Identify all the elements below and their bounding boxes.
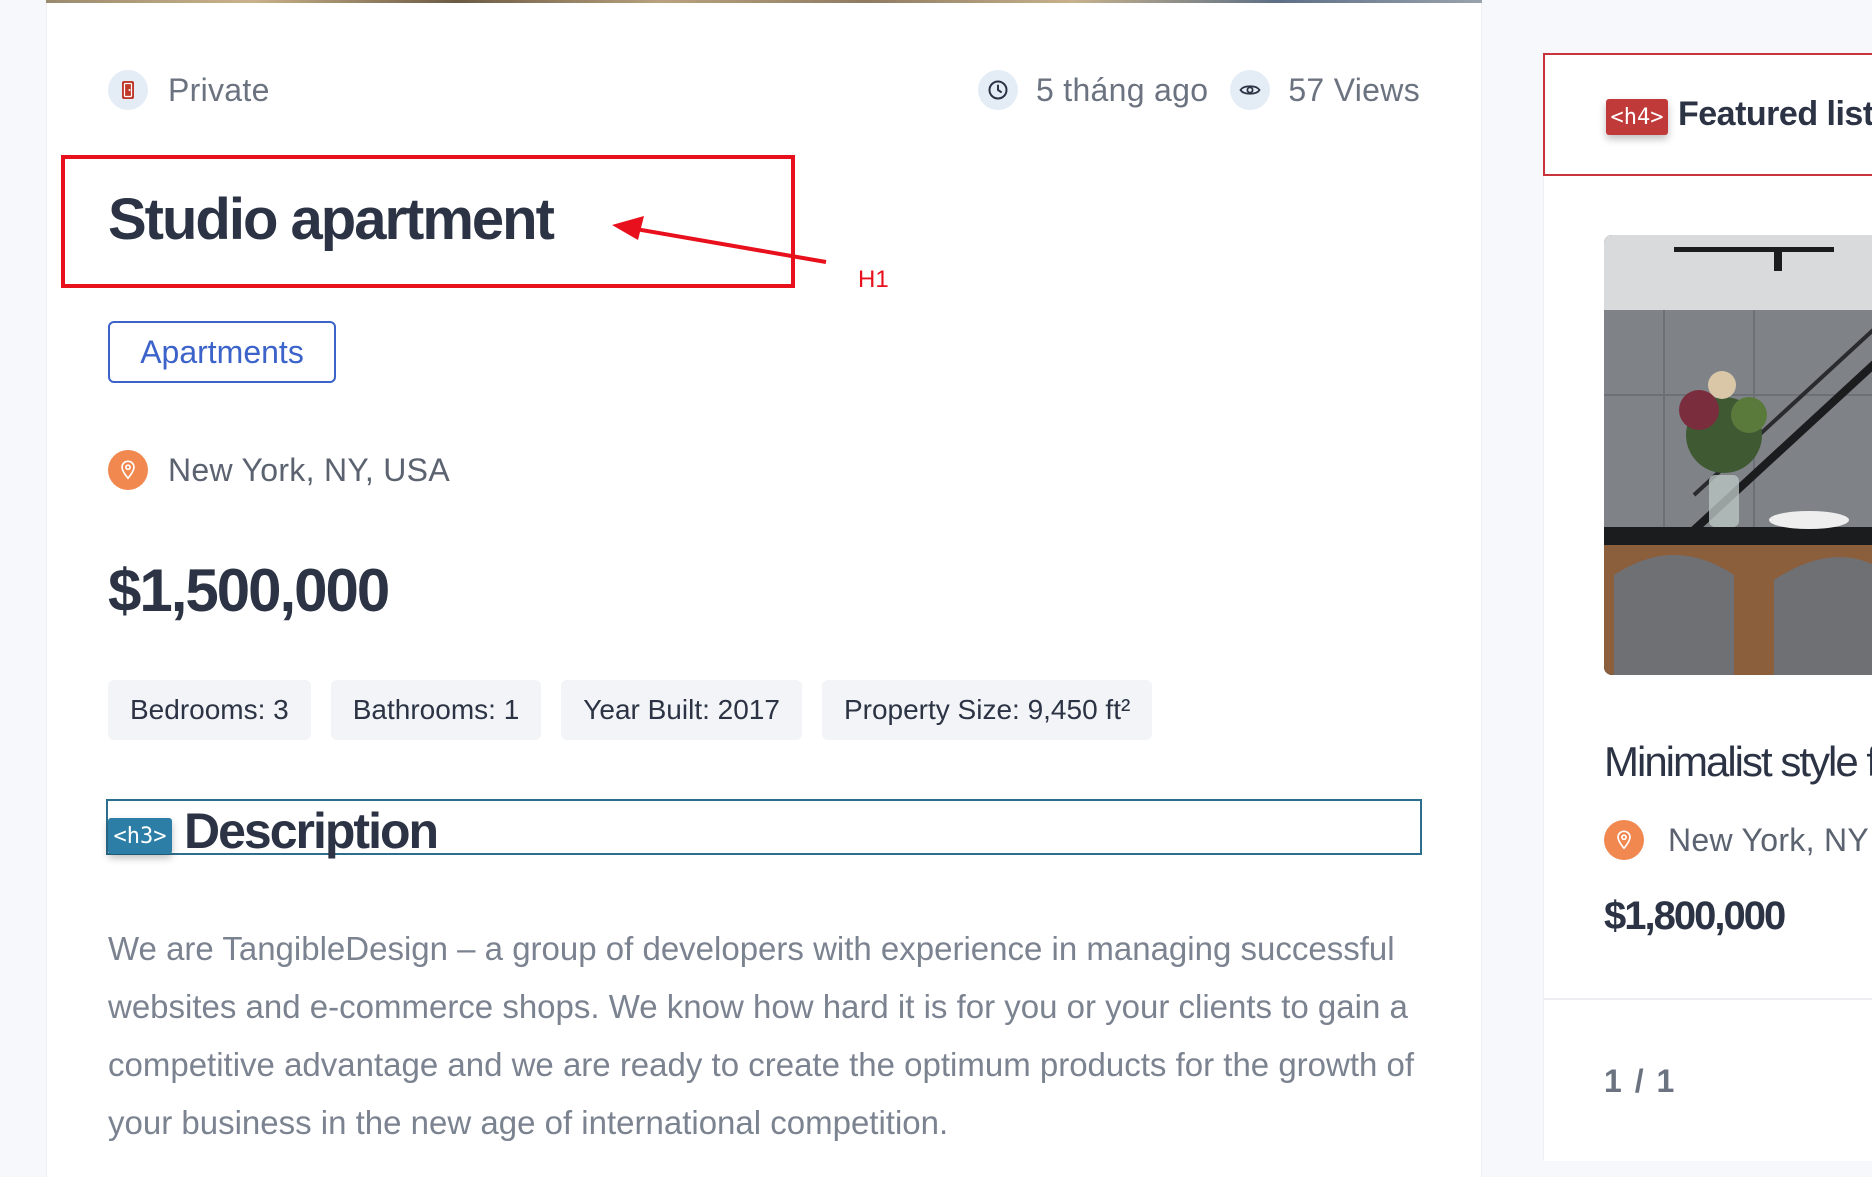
map-pin-icon [1604, 820, 1644, 860]
feature-year-built: Year Built: 2017 [561, 680, 802, 740]
stats-group: 5 tháng ago 57 Views [977, 70, 1420, 110]
featured-listings-title: Featured listi [1678, 95, 1872, 133]
map-pin-icon [108, 450, 148, 490]
door-icon [108, 70, 148, 110]
gallery-bottom-edge [46, 0, 1482, 3]
listing-photo[interactable] [1604, 235, 1872, 675]
carousel-pager: 1 / 1 [1604, 1063, 1677, 1099]
listing-photo-illustration [1604, 235, 1872, 675]
location-row: New York, NY, USA [108, 450, 450, 490]
featured-listing-price: $1,800,000 [1604, 894, 1786, 938]
featured-listing-location-text: New York, NY [1668, 821, 1870, 858]
status-group: Private [108, 70, 270, 110]
features-row: Bedrooms: 3 Bathrooms: 1 Year Built: 201… [108, 680, 1153, 740]
featured-listing-title[interactable]: Minimalist style f [1604, 738, 1872, 786]
meta-row: Private 5 tháng ago 57 Views [108, 70, 1420, 118]
views-count: 57 Views [1288, 71, 1420, 108]
clock-icon [977, 70, 1018, 110]
feature-bathrooms: Bathrooms: 1 [330, 680, 542, 740]
h3-tag-badge: <h3> [108, 818, 172, 854]
description-text: We are TangibleDesign – a group of devel… [108, 930, 1415, 1141]
posted-time: 5 tháng ago [1035, 71, 1209, 108]
h4-tag-badge: <h4> [1606, 99, 1668, 135]
eye-icon [1230, 70, 1271, 110]
h1-annotation-label: H1 [858, 266, 889, 293]
property-price: $1,500,000 [108, 557, 390, 624]
annotation-arrow-icon [612, 216, 827, 264]
featured-listing-location: New York, NY [1604, 820, 1869, 860]
status-text: Private [168, 71, 270, 108]
location-text: New York, NY, USA [168, 451, 450, 488]
feature-bedrooms: Bedrooms: 3 [108, 680, 311, 740]
description-heading: Description [184, 803, 439, 859]
sidebar-divider [1543, 998, 1872, 1000]
feature-property-size: Property Size: 9,450 ft² [821, 680, 1153, 740]
category-tag[interactable]: Apartments [108, 321, 336, 383]
page-title: Studio apartment [108, 187, 555, 252]
